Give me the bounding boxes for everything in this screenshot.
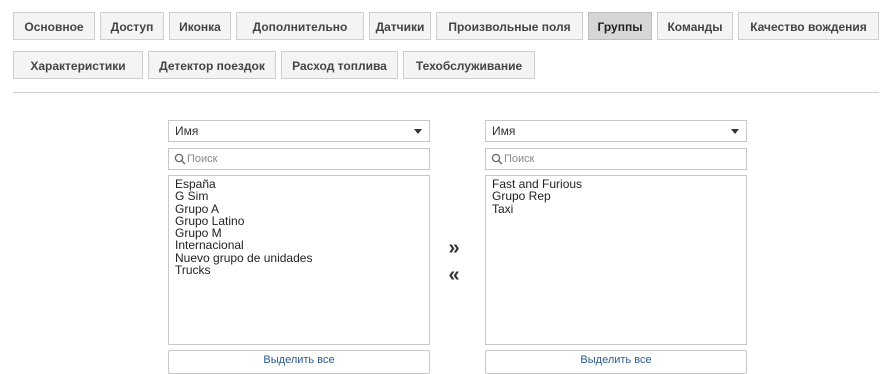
- search-icon: [174, 153, 186, 165]
- tab-icon[interactable]: Иконка: [169, 12, 231, 40]
- tab-characteristics[interactable]: Характеристики: [13, 51, 143, 79]
- chevron-down-icon: [731, 129, 739, 134]
- list-item[interactable]: España: [175, 178, 429, 191]
- tab-fuel-consumption[interactable]: Расход топлива: [281, 51, 398, 79]
- search-input-left[interactable]: [187, 150, 423, 168]
- select-all-right-button[interactable]: Выделить все: [485, 350, 747, 374]
- search-field-left[interactable]: [168, 148, 430, 170]
- move-left-button[interactable]: «: [444, 265, 464, 285]
- tab-trip-detector[interactable]: Детектор поездок: [148, 51, 276, 79]
- assigned-groups-list[interactable]: Fast and Furious Grupo Rep Taxi: [485, 175, 747, 345]
- search-field-right[interactable]: [485, 148, 747, 170]
- unit-properties-dialog: Основное Доступ Иконка Дополнительно Дат…: [0, 0, 888, 374]
- search-icon: [491, 153, 503, 165]
- tab-access[interactable]: Доступ: [100, 12, 164, 40]
- tab-groups[interactable]: Группы: [588, 12, 652, 40]
- tab-commands[interactable]: Команды: [657, 12, 733, 40]
- select-all-left-button[interactable]: Выделить все: [168, 350, 430, 374]
- tab-maintenance[interactable]: Техобслуживание: [403, 51, 535, 79]
- available-groups-panel: Имя EspañaG SimGrupo AGrupo LatinoGrupo …: [168, 120, 430, 374]
- list-item[interactable]: Trucks: [175, 264, 429, 277]
- available-groups-list[interactable]: España G Sim Grupo A Grupo Latino Grupo M Int…: [168, 175, 430, 345]
- tab-bar: Основное Доступ Иконка Дополнительно Дат…: [13, 12, 879, 93]
- tab-advanced[interactable]: Дополнительно: [236, 12, 364, 40]
- list-item[interactable]: Internacional: [175, 239, 429, 252]
- chevron-down-icon: [414, 129, 422, 134]
- tab-eco-driving[interactable]: Качество вождения: [738, 12, 879, 40]
- tab-custom-fields[interactable]: Произвольные поля: [436, 12, 583, 40]
- sort-select-value: Имя: [492, 124, 516, 138]
- assigned-groups-panel: Имя Fast and FuriousGrupo RepTaxi Выдели…: [485, 120, 747, 374]
- search-input-right[interactable]: [504, 150, 740, 168]
- sort-select-value: Имя: [175, 124, 199, 138]
- sort-select-left[interactable]: Имя: [168, 120, 430, 142]
- tab-sensors[interactable]: Датчики: [369, 12, 431, 40]
- list-item[interactable]: Taxi: [492, 202, 746, 215]
- list-item[interactable]: Grupo Rep: [492, 190, 746, 203]
- list-item[interactable]: Nuevo grupo de unidades: [175, 251, 429, 264]
- move-right-button[interactable]: »: [444, 238, 464, 258]
- list-item[interactable]: G Sim: [175, 190, 429, 203]
- tab-basic[interactable]: Основное: [13, 12, 95, 40]
- sort-select-right[interactable]: Имя: [485, 120, 747, 142]
